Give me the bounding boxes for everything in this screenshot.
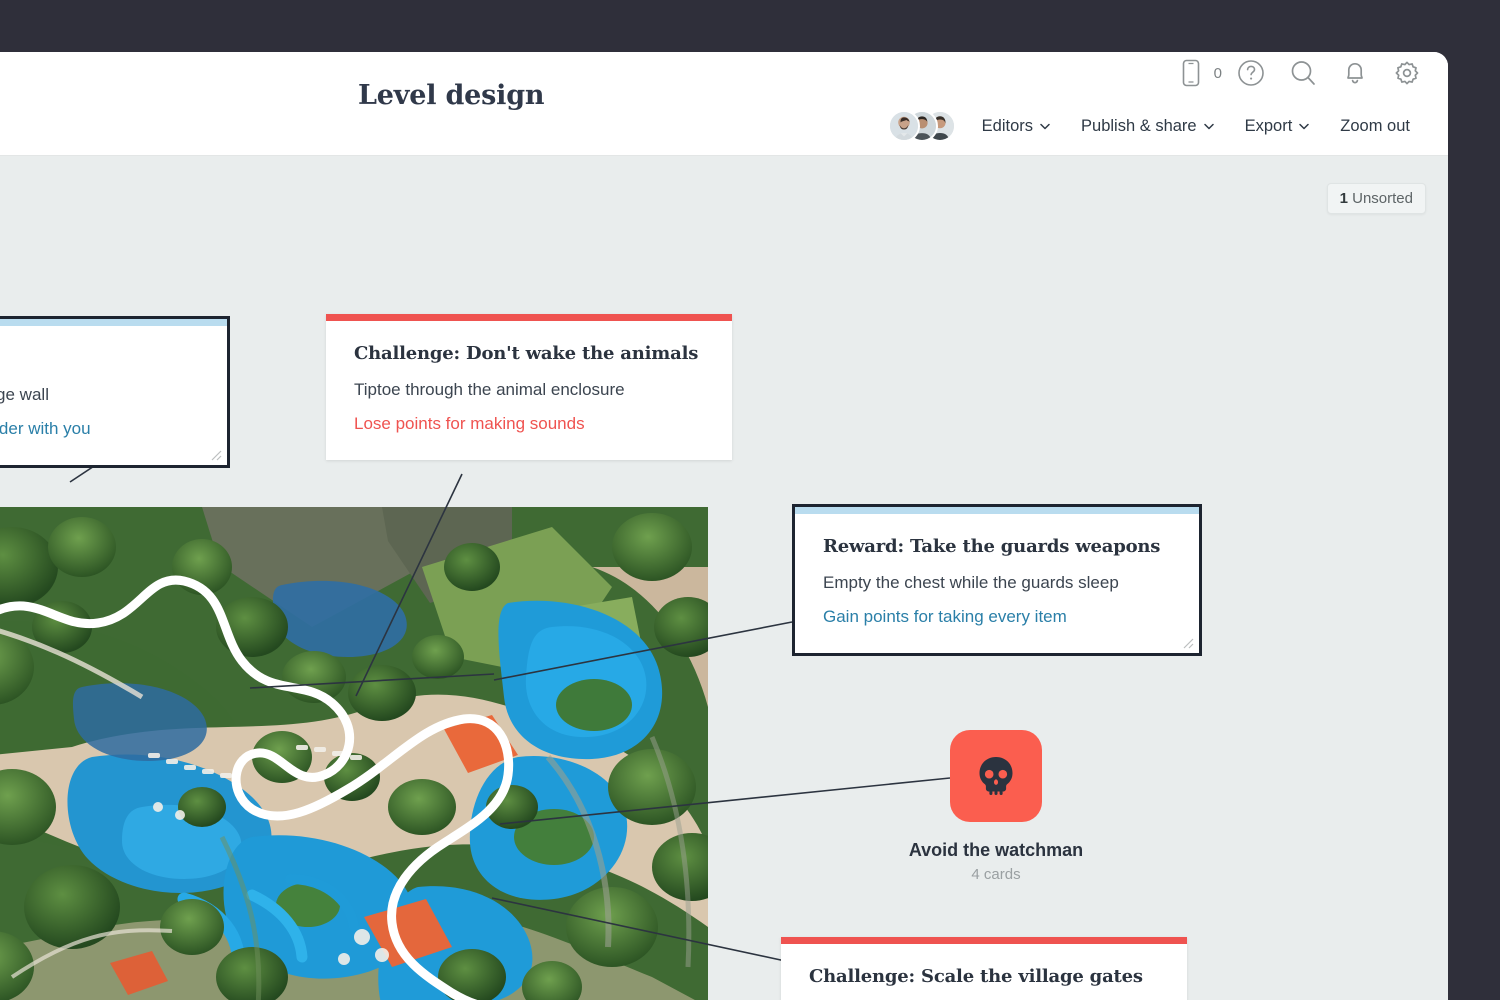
- card-body: Challenge: Scale the village gates Use t…: [781, 944, 1187, 1000]
- search-icon[interactable]: [1288, 58, 1318, 88]
- unsorted-label: Unsorted: [1352, 190, 1413, 207]
- menu-item-publish-share[interactable]: Publish & share: [1065, 111, 1229, 142]
- card-accent-bar: [326, 314, 732, 321]
- group-avoid-the-watchman[interactable]: Avoid the watchman 4 cards: [890, 730, 1102, 883]
- card-title: Challenge: Scale the village gates: [809, 966, 1159, 987]
- card-body: Challenge: Don't wake the animals Tiptoe…: [326, 321, 732, 460]
- menu-item-label: Zoom out: [1340, 117, 1410, 136]
- card-note: Lose points for making sounds: [354, 414, 704, 434]
- aerial-resort-map[interactable]: [0, 507, 708, 1000]
- menu-item-zoom-out[interactable]: Zoom out: [1324, 111, 1426, 142]
- card-accent-bar: [795, 507, 1199, 514]
- group-card-count: 4 cards: [890, 866, 1102, 883]
- unsorted-count: 1: [1340, 190, 1348, 207]
- app-window: Level design 0: [0, 52, 1448, 1000]
- card-village-wall[interactable]: e wall ale the village wall ging the lad…: [0, 316, 230, 468]
- chevron-down-icon: [1040, 123, 1049, 129]
- menu-item-label: Publish & share: [1081, 117, 1197, 136]
- editor-avatars[interactable]: [888, 110, 956, 142]
- card-body: e wall ale the village wall ging the lad…: [0, 326, 227, 465]
- page-title: Level design: [358, 80, 544, 111]
- utility-icon-bar: 0: [1176, 58, 1422, 88]
- resize-handle[interactable]: [208, 447, 222, 461]
- settings-icon[interactable]: [1392, 58, 1422, 88]
- card-title: e wall: [0, 348, 199, 369]
- card-description: Empty the chest while the guards sleep: [823, 573, 1171, 593]
- board-canvas[interactable]: 1 Unsorted: [0, 156, 1448, 1000]
- menu-item-label: Editors: [982, 117, 1033, 136]
- card-accent-bar: [781, 937, 1187, 944]
- card-title: Reward: Take the guards weapons: [823, 536, 1171, 557]
- mobile-preview-count: 0: [1214, 65, 1222, 82]
- avatar: [888, 110, 920, 142]
- card-note: ging the ladder with you: [0, 419, 199, 439]
- chevron-down-icon: [1299, 123, 1308, 129]
- header-menu-row: Editors Publish & share Export Zoom out: [888, 110, 1426, 142]
- card-accent-bar: [0, 319, 227, 326]
- skull-icon: [973, 753, 1019, 799]
- card-note: Gain points for taking every item: [823, 607, 1171, 627]
- card-challenge-animals[interactable]: Challenge: Don't wake the animals Tiptoe…: [326, 314, 732, 460]
- menu-item-label: Export: [1245, 117, 1293, 136]
- notifications-icon[interactable]: [1340, 58, 1370, 88]
- group-icon-tile[interactable]: [950, 730, 1042, 822]
- mobile-preview-icon[interactable]: [1176, 58, 1206, 88]
- card-reward-guards-weapons[interactable]: Reward: Take the guards weapons Empty th…: [792, 504, 1202, 656]
- menu-item-export[interactable]: Export: [1229, 111, 1325, 142]
- chevron-down-icon: [1204, 123, 1213, 129]
- help-icon[interactable]: [1236, 58, 1266, 88]
- app-header: Level design 0: [0, 52, 1448, 156]
- unsorted-badge[interactable]: 1 Unsorted: [1327, 183, 1426, 214]
- resize-handle[interactable]: [1180, 635, 1194, 649]
- group-label: Avoid the watchman: [890, 840, 1102, 861]
- card-description: ale the village wall: [0, 385, 199, 405]
- card-challenge-village-gates[interactable]: Challenge: Scale the village gates Use t…: [781, 937, 1187, 1000]
- card-title: Challenge: Don't wake the animals: [354, 343, 704, 364]
- menu-item-editors[interactable]: Editors: [966, 111, 1065, 142]
- card-body: Reward: Take the guards weapons Empty th…: [795, 514, 1199, 653]
- card-description: Tiptoe through the animal enclosure: [354, 380, 704, 400]
